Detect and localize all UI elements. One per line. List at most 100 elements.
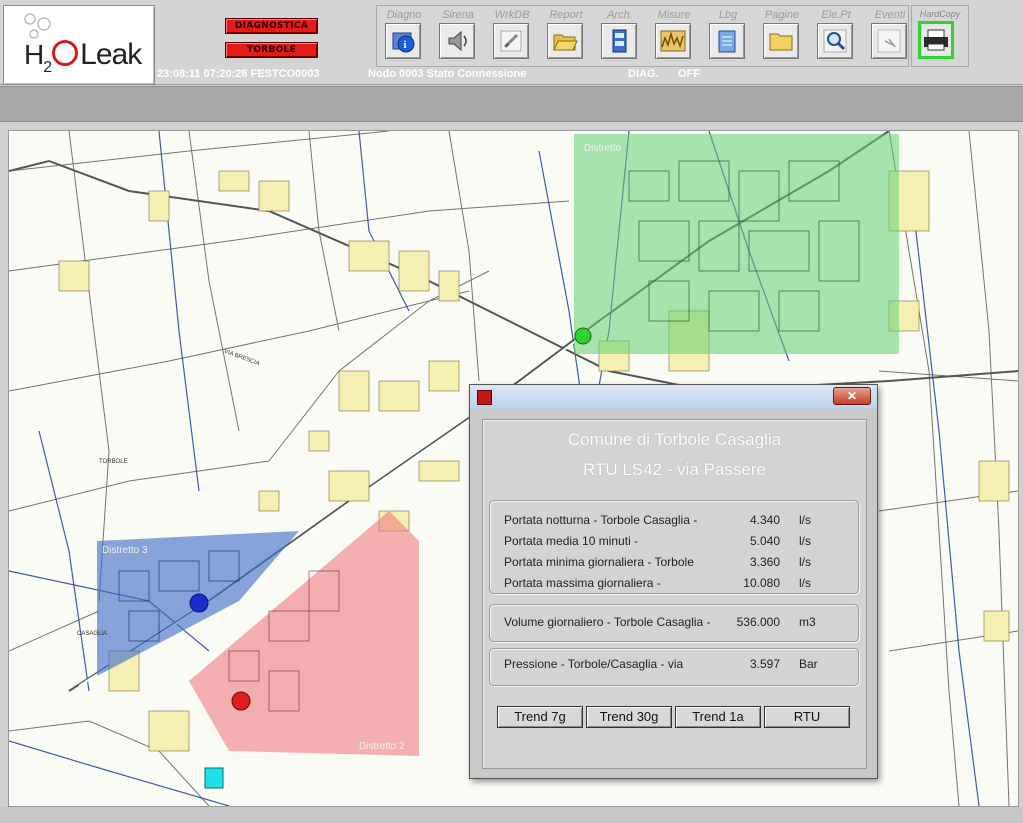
dialog-title-comune: Comune di Torbole Casaglia (567, 430, 782, 449)
toolbar-item-eventi: Eventi (863, 6, 917, 66)
rtu-button[interactable]: RTU (764, 706, 850, 728)
logo-o-circle (52, 40, 79, 66)
logo-h: H (24, 39, 44, 70)
rtu-dialog: ✕ Comune di Torbole Casaglia RTU LS42 - … (469, 384, 878, 779)
dialog-title-rtu: RTU LS42 - via Passere (583, 460, 766, 479)
h2oleak-window: H2 Leak DIAGNOSTICA TORBOLE Diagno i Sire… (0, 0, 1023, 823)
toolbar-item-diagno: Diagno i (377, 6, 431, 66)
flow-value: 10.080 (743, 576, 780, 590)
blue-node-marker[interactable] (189, 593, 209, 613)
info-bar (0, 86, 1023, 122)
pressure-value: 3.597 (749, 657, 780, 671)
diagnostica-alarm-button[interactable]: DIAGNOSTICA (225, 18, 318, 34)
sirena-button[interactable] (439, 23, 475, 59)
torbole-alarm-button[interactable]: TORBOLE (225, 42, 318, 58)
folder-open-icon (553, 34, 578, 51)
flow-row-notturna: Portata notturna - Torbole Casaglia - 4.… (504, 513, 854, 529)
toolbar-item-lbg: Lbg (701, 6, 755, 66)
toolbar-item-misure: Misure (647, 6, 701, 66)
bottom-bar (0, 807, 1023, 823)
flow-row-massima: Portata massima giornaliera - 10.080 l/s (504, 576, 854, 592)
dialog-content: Comune di Torbole Casaglia RTU LS42 - vi… (482, 419, 867, 769)
red-node-marker[interactable] (231, 691, 251, 711)
edit-icon (500, 30, 522, 52)
info-icon: i (392, 32, 415, 53)
status-off: OFF (678, 68, 700, 80)
toolbar-item-elept: Ele.Pt (809, 6, 863, 66)
magnifier-icon (823, 29, 847, 53)
misure-button[interactable] (655, 23, 691, 59)
flow-label: Portata media 10 minuti - (504, 534, 639, 548)
trend-7g-button[interactable]: Trend 7g (497, 706, 583, 728)
flow-label: Portata massima giornaliera - (504, 576, 661, 590)
volume-unit: m3 (799, 615, 816, 629)
report-button[interactable] (547, 23, 583, 59)
flow-value: 3.360 (749, 555, 780, 569)
elept-button[interactable] (817, 23, 853, 59)
pressure-unit: Bar (799, 657, 818, 671)
logo-text: H2 Leak (24, 38, 142, 77)
status-diag: DIAG. (628, 68, 659, 80)
logo-leak: Leak (80, 38, 142, 71)
toolbar-item-pagine: Pagine (755, 6, 809, 66)
pressure-row: Pressione - Torbole/Casaglia - via 3.597… (504, 657, 854, 673)
flow-unit: l/s (799, 513, 811, 527)
pressure-label: Pressione - Torbole/Casaglia - via (504, 657, 684, 671)
cyan-node-marker[interactable] (204, 767, 224, 789)
volume-row: Volume giornaliero - Torbole Casaglia - … (504, 615, 854, 631)
svg-text:i: i (404, 39, 407, 51)
toolbar-label: Lbg (718, 9, 738, 21)
flow-label: Portata notturna - Torbole Casaglia - (504, 513, 698, 527)
flow-unit: l/s (799, 534, 811, 548)
toolbar-item-report: Report (539, 6, 593, 66)
eventi-button[interactable] (871, 23, 907, 59)
logo: H2 Leak (3, 5, 155, 85)
toolbar-label: WrkDB (494, 9, 530, 21)
cabinet-icon (612, 29, 627, 53)
volume-label: Volume giornaliero - Torbole Casaglia - (504, 615, 711, 629)
toolbar-label: Report (549, 9, 583, 21)
volume-group: Volume giornaliero - Torbole Casaglia - … (489, 604, 859, 642)
toolbar-label: Arch. (607, 9, 633, 21)
events-icon (877, 29, 901, 53)
flow-unit: l/s (799, 555, 811, 569)
hardcopy-button[interactable] (918, 21, 954, 59)
flow-row-minima: Portata minima giornaliera - Torbole 3.3… (504, 555, 854, 571)
hardcopy-label: HardCopy (919, 9, 961, 19)
toolbar-label: Misure (657, 9, 691, 21)
pagine-button[interactable] (763, 23, 799, 59)
toolbar-label: Pagine (764, 9, 800, 21)
toolbar-item-sirena: Sirena (431, 6, 485, 66)
notepad-icon (718, 30, 736, 53)
flow-value: 4.340 (749, 513, 780, 527)
speaker-icon (448, 30, 467, 52)
toolbar-label: Ele.Pt (821, 9, 851, 21)
status-bar: 23:08:11 07:20:26 FESTCO0003 Nodo 0003 S… (157, 67, 1021, 81)
hardcopy-panel: HardCopy (911, 5, 969, 67)
flow-label: Portata minima giornaliera - Torbole (504, 555, 694, 569)
trend-30g-button[interactable]: Trend 30g (586, 706, 672, 728)
pressure-group: Pressione - Torbole/Casaglia - via 3.597… (489, 648, 859, 686)
flow-unit: l/s (799, 576, 811, 590)
volume-value: 536.000 (736, 615, 780, 629)
logo-sub: 2 (43, 59, 52, 76)
folder-icon (769, 33, 793, 51)
wrkdb-button[interactable] (493, 23, 529, 59)
dialog-titlebar[interactable]: ✕ (470, 385, 877, 409)
toolbar-item-wrkdb: WrkDB (485, 6, 539, 66)
green-node-marker[interactable] (574, 327, 592, 345)
app-icon (477, 390, 492, 405)
printer-icon (924, 29, 948, 51)
arch-button[interactable] (601, 23, 637, 59)
lbg-button[interactable] (709, 23, 745, 59)
toolbar-item-arch: Arch. (593, 6, 647, 66)
toolbar-label: Eventi (874, 9, 906, 21)
toolbar-label: Diagno (386, 9, 422, 21)
diagno-button[interactable]: i (385, 23, 421, 59)
flow-group: Portata notturna - Torbole Casaglia - 4.… (489, 500, 859, 594)
close-button[interactable]: ✕ (833, 387, 871, 405)
trend-1a-button[interactable]: Trend 1a (675, 706, 761, 728)
toolbar: Diagno i Sirena WrkDB Report Arch. Misur… (376, 5, 909, 67)
chart-icon (660, 30, 686, 52)
flow-row-media: Portata media 10 minuti - 5.040 l/s (504, 534, 854, 550)
